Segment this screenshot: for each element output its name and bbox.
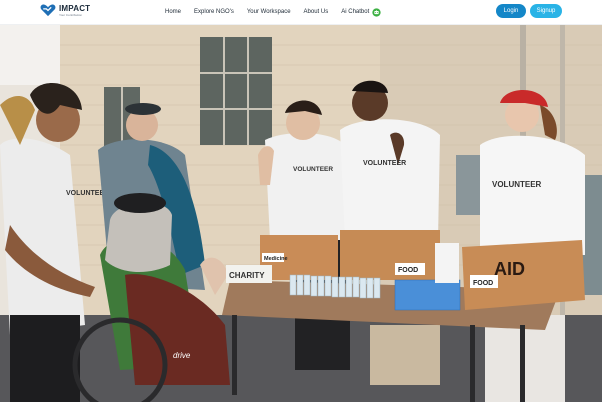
charity-sign: CHARITY — [226, 265, 272, 283]
nav-ai-chatbot[interactable]: Ai Chatbot — [341, 7, 381, 17]
box-aid-label: AID — [494, 259, 525, 279]
box-medicine-label: Medicine — [264, 256, 288, 262]
brand-tagline: Your Contribution — [59, 12, 83, 17]
nav-explore-ngos[interactable]: Explore NGO's — [194, 9, 234, 15]
nav-links: Home Explore NGO's Your Workspace About … — [165, 0, 394, 24]
building-window — [200, 37, 272, 145]
volunteers-photo: VOLUNTEER drive VOLUNTEER VOLUNTEER VOLU… — [0, 25, 602, 402]
top-navbar: IMPACT Your Contribution Home Explore NG… — [0, 0, 602, 25]
nav-ai-chatbot-label: Ai Chatbot — [341, 9, 370, 15]
hero-image: VOLUNTEER drive VOLUNTEER VOLUNTEER VOLU… — [0, 25, 602, 402]
paper-cups — [435, 243, 459, 283]
nav-home[interactable]: Home — [165, 9, 181, 15]
nav-about-us[interactable]: About Us — [304, 9, 329, 15]
box-aid: AID FOOD — [462, 240, 585, 310]
charity-sign-text: CHARITY — [229, 271, 265, 280]
box-food-label: FOOD — [398, 267, 418, 274]
heart-logo-icon — [40, 4, 56, 17]
box-food: FOOD — [340, 230, 440, 280]
box-aid-food-label: FOOD — [473, 280, 493, 287]
shirt-text-center: VOLUNTEER — [293, 166, 333, 173]
nav-your-workspace[interactable]: Your Workspace — [247, 9, 291, 15]
brand-logo[interactable]: IMPACT Your Contribution — [40, 4, 90, 17]
brand-name: IMPACT — [59, 3, 91, 13]
signup-button[interactable]: Signup — [530, 4, 562, 18]
login-button[interactable]: Login — [496, 4, 526, 18]
shirt-text-center-right: VOLUNTEER — [363, 160, 406, 167]
shirt-text-right: VOLUNTEER — [492, 180, 542, 189]
wheelchair-text: drive — [173, 351, 191, 360]
chatbot-icon — [372, 7, 381, 17]
